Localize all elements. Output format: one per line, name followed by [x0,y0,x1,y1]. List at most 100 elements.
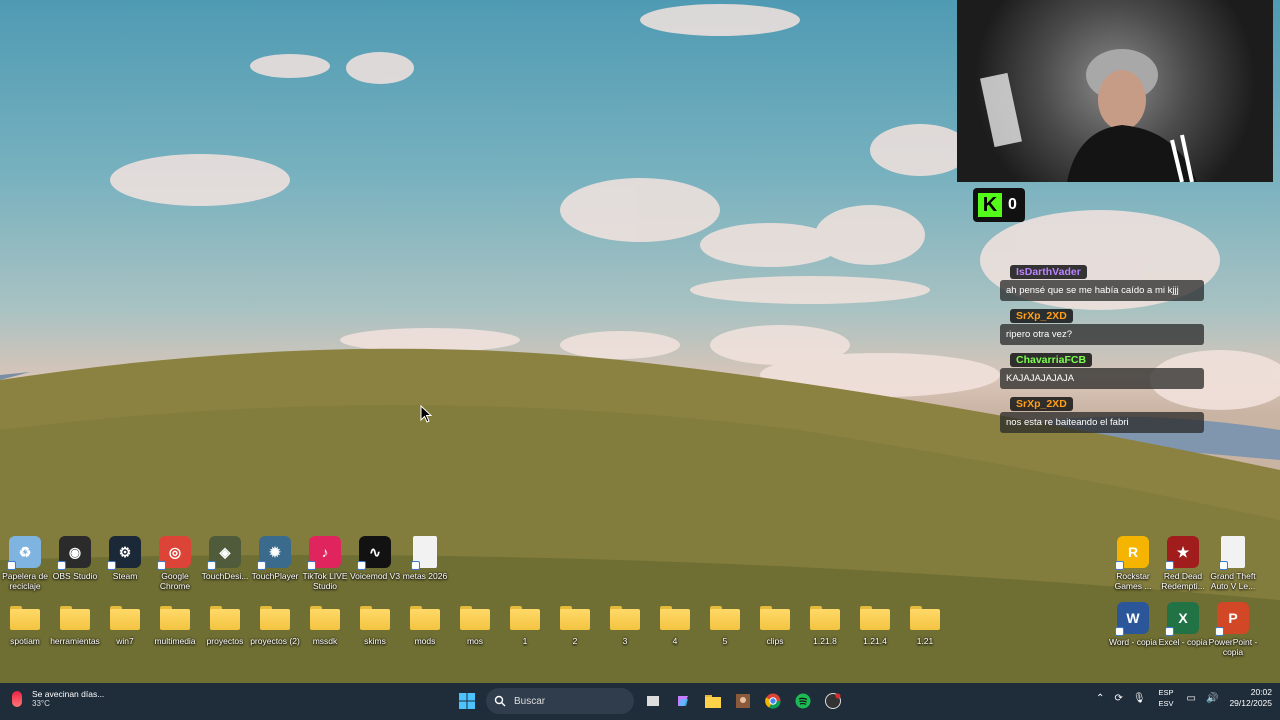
desktop-folder[interactable]: 2 [550,602,600,646]
desktop-folder[interactable]: 1 [500,602,550,646]
obs-taskbar-button[interactable] [820,688,846,714]
desktop-shortcut[interactable]: ◎ Google Chrome [150,536,200,591]
folder-icon [260,606,290,630]
desktop-folder[interactable]: 3 [600,602,650,646]
desktop-shortcut-label: Word - copia [1108,637,1158,647]
clock-time: 20:02 [1250,687,1272,697]
shortcut-arrow-icon [1219,561,1228,570]
recycle-bin-icon: ♻ [7,536,41,570]
desktop-folder[interactable]: proyectos [200,602,250,646]
file-explorer-button[interactable] [700,688,726,714]
mouse-cursor-icon [420,405,432,423]
shortcut-arrow-icon [357,561,366,570]
chat-overlay: IsDarthVader ah pensé que se me había caí… [1000,262,1204,438]
desktop-folder[interactable]: 4 [650,602,700,646]
clock[interactable]: 20:02 29/12/2025 [1229,687,1272,709]
photos-button[interactable] [730,688,756,714]
desktop-folder[interactable]: proyectos (2) [250,602,300,646]
rockstar-icon: R [1115,536,1149,570]
chevron-up-icon[interactable]: ⌃ [1096,693,1104,704]
desktop-folder-label: clips [766,636,784,646]
desktop-shortcut[interactable]: ♪ TikTok LIVE Studio [300,536,350,591]
sync-icon[interactable]: ⟳ [1114,693,1122,704]
desktop-shortcut[interactable]: ✹ TouchPlayer [250,536,300,591]
microphone-icon[interactable]: 🎙 [1133,693,1146,704]
chat-message-text: ah pensé que se me había caído a mi kjjj [1000,280,1204,301]
folder-icon [910,606,940,630]
folder-icon [560,606,590,630]
desktop-shortcut[interactable]: W Word - copia [1108,602,1158,657]
volume-icon[interactable]: 🔊 [1206,693,1218,704]
copilot-icon [678,696,688,706]
desktop-shortcut-label: Grand Theft Auto V Le... [1210,571,1256,591]
desktop-folder-label: 5 [722,636,728,646]
network-icon[interactable]: ▭ [1187,693,1196,704]
copilot-button[interactable] [670,688,696,714]
desktop-shortcut[interactable]: ⚙ Steam [100,536,150,591]
shortcut-arrow-icon [107,561,116,570]
desktop-shortcut[interactable]: P PowerPoint - copia [1208,602,1258,657]
desktop-folder[interactable]: mssdk [300,602,350,646]
weather-widget[interactable]: Se avecinan días... 33°C [12,689,104,708]
shortcut-arrow-icon [1115,627,1124,636]
folder-icon [160,606,190,630]
desktop-folder-label: skims [364,636,386,646]
desktop-folder[interactable]: mos [450,602,500,646]
folder-icon [210,606,240,630]
desktop-folder-label: 1 [522,636,528,646]
desktop-shortcut[interactable]: R Rockstar Games ... [1108,536,1158,591]
desktop-folder[interactable]: 1.21.4 [850,602,900,646]
desktop-shortcut[interactable]: X Excel - copia [1158,602,1208,657]
folder-icon [510,606,540,630]
desktop-shortcut[interactable]: ◉ OBS Studio [50,536,100,591]
folder-icon [410,606,440,630]
desktop-shortcut-label: Excel - copia [1158,637,1208,647]
desktop-shortcut-label: TouchDesi... [201,571,249,581]
task-view-button[interactable] [640,688,666,714]
desktop-shortcut[interactable]: ◈ TouchDesi... [200,536,250,591]
desktop-folders-row: spotiam herramientas win7 multimedia proyect… [0,602,950,646]
chat-username: SrXp_2XD [1010,309,1073,323]
shortcut-arrow-icon [1115,561,1124,570]
desktop-folder[interactable]: multimedia [150,602,200,646]
desktop-folder-label: 2 [572,636,578,646]
chrome-taskbar-button[interactable] [760,688,786,714]
desktop-folder[interactable]: 5 [700,602,750,646]
desktop-shortcut[interactable]: ♻ Papelera de reciclaje [0,536,50,591]
desktop-folder[interactable]: skims [350,602,400,646]
desktop-shortcut[interactable]: Grand Theft Auto V Le... [1208,536,1258,591]
taskbar-search[interactable]: Buscar [486,688,634,714]
desktop-folder-label: 3 [622,636,628,646]
language-indicator[interactable]: ESP ESV [1159,687,1174,709]
desktop-folder-label: spotiam [10,636,40,646]
desktop-shortcut[interactable]: metas 2026 [400,536,450,591]
chrome-icon [765,693,781,709]
shortcut-arrow-icon [257,561,266,570]
touchplayer-icon: ✹ [257,536,291,570]
chat-message: IsDarthVader ah pensé que se me había caí… [1000,262,1204,301]
desktop-shortcut[interactable]: ∿ Voicemod V3 [350,536,400,591]
folder-icon [460,606,490,630]
shortcut-arrow-icon [207,561,216,570]
desktop-folder[interactable]: 1.21.8 [800,602,850,646]
folder-icon [810,606,840,630]
desktop-folder[interactable]: mods [400,602,450,646]
folder-icon [860,606,890,630]
desktop-folder[interactable]: win7 [100,602,150,646]
taskbar-center: Buscar [452,688,848,714]
desktop-shortcut[interactable]: ★ Red Dead Redempti... [1158,536,1208,591]
touchdesigner-icon: ◈ [207,536,241,570]
desktop-folder[interactable]: clips [750,602,800,646]
kick-follower-widget: K 0 [973,188,1025,222]
start-button[interactable] [454,688,480,714]
desktop-shortcut-label: PowerPoint - copia [1208,637,1258,657]
rdr2-icon: ★ [1165,536,1199,570]
spotify-button[interactable] [790,688,816,714]
desktop-folder[interactable]: herramientas [50,602,100,646]
folder-icon [310,606,340,630]
desktop-folder[interactable]: spotiam [0,602,50,646]
tiktok-live-icon: ♪ [307,536,341,570]
desktop-folder[interactable]: 1.21 [900,602,950,646]
desktop-folder-label: 1.21.8 [813,636,837,646]
shortcut-arrow-icon [411,561,420,570]
